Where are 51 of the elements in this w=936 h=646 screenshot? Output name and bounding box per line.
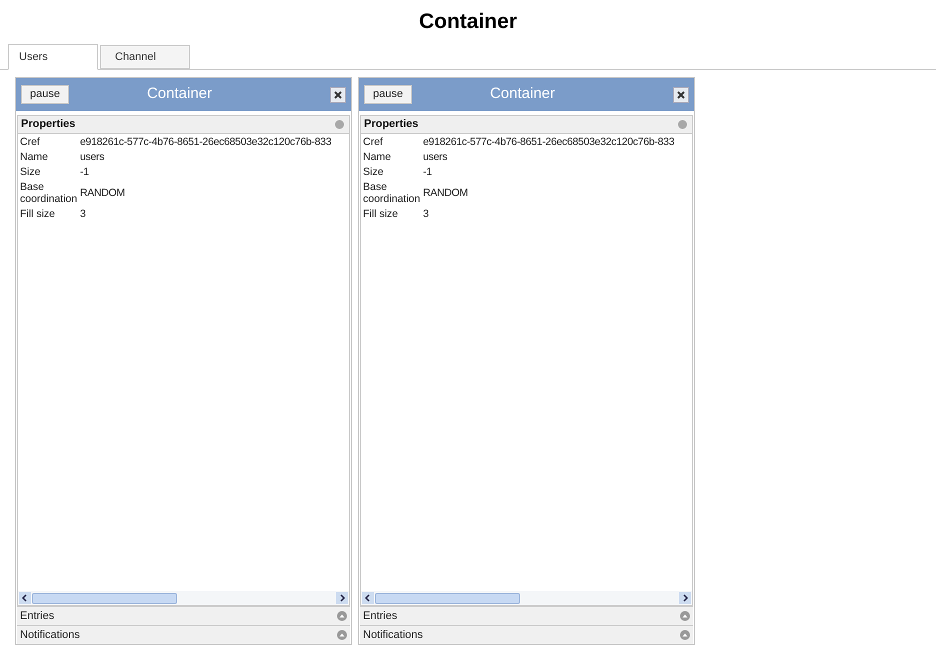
scroll-left-icon[interactable] [19, 592, 31, 604]
pause-button[interactable]: pause [21, 85, 69, 104]
property-value: e918261c-577c-4b76-8651-26ec68503e32c120c76b-833 [80, 136, 332, 148]
horizontal-scrollbar[interactable] [361, 591, 692, 605]
properties-title: Properties [21, 117, 76, 132]
panel-title: Container [146, 84, 214, 104]
property-value: RANDOM [423, 187, 468, 199]
scroll-left-icon[interactable] [362, 592, 374, 604]
property-value: users [80, 151, 104, 163]
expand-icon [337, 630, 347, 640]
scrollbar-thumb[interactable] [32, 592, 177, 604]
property-value: 3 [80, 208, 86, 220]
section-header[interactable]: Notifications [17, 625, 350, 644]
tab[interactable]: Channel [100, 45, 190, 69]
property-label: Cref [20, 136, 41, 148]
property-label: Base coordination [363, 181, 422, 205]
property-value: users [423, 151, 448, 163]
section-header[interactable]: Entries [17, 606, 350, 625]
properties-title: Properties [364, 117, 418, 132]
close-icon [677, 90, 685, 98]
pause-button[interactable]: pause [364, 85, 412, 104]
tab[interactable]: Users [8, 44, 98, 70]
property-value: RANDOM [80, 187, 125, 199]
page-title: Container [418, 9, 517, 36]
property-label: Cref [363, 136, 384, 148]
horizontal-scrollbar[interactable] [18, 591, 349, 605]
property-value: -1 [80, 166, 89, 178]
close-button[interactable] [330, 86, 346, 102]
property-value: e918261c-577c-4b76-8651-26ec68503e32c120c76b-833 [423, 136, 674, 148]
property-value: -1 [423, 166, 432, 178]
property-label: Size [363, 166, 384, 178]
scroll-right-icon[interactable] [679, 592, 691, 604]
property-label: Name [363, 151, 392, 163]
scroll-right-icon[interactable] [336, 592, 348, 604]
property-label: Name [20, 151, 50, 163]
property-label: Size [20, 166, 42, 178]
expand-icon [680, 630, 690, 640]
scrollbar-thumb[interactable] [375, 592, 520, 604]
property-value: 3 [423, 208, 429, 220]
property-label: Fill size [363, 208, 400, 220]
close-button[interactable] [673, 86, 689, 102]
expand-icon [337, 611, 347, 621]
properties-header[interactable]: Properties [361, 116, 692, 134]
section-header[interactable]: Notifications [360, 625, 693, 644]
property-label: Base coordination [20, 181, 78, 205]
property-label: Fill size [20, 208, 56, 220]
expand-icon [680, 611, 690, 621]
close-icon [334, 90, 342, 98]
properties-header[interactable]: Properties [18, 116, 349, 134]
panel-title: Container [488, 84, 556, 104]
section-header[interactable]: Entries [360, 606, 693, 625]
